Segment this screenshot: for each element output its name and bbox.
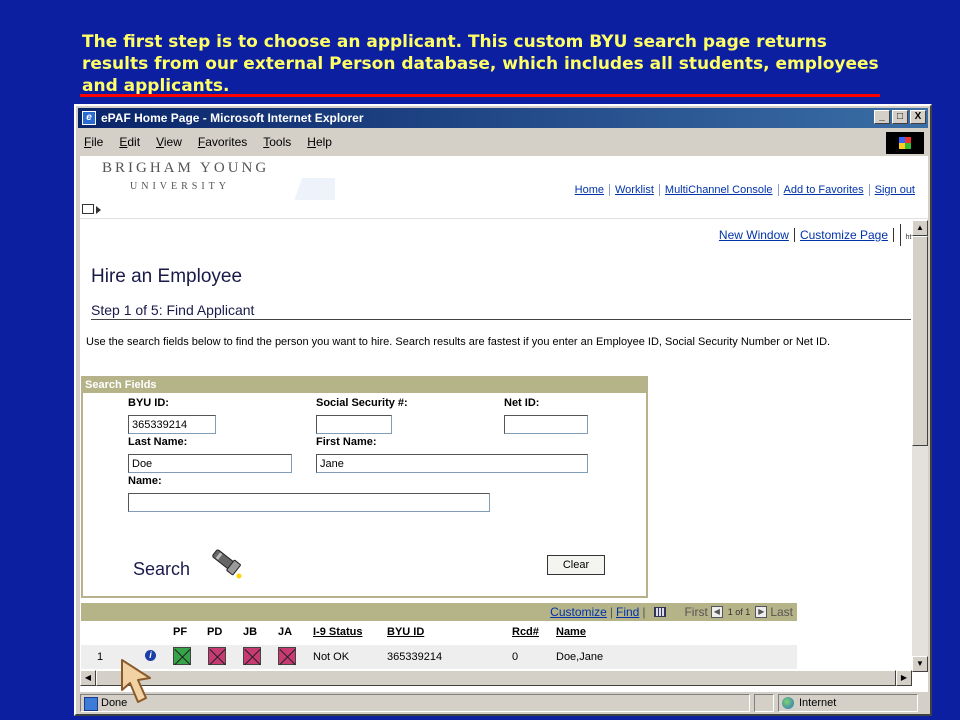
scroll-thumb[interactable] — [912, 236, 928, 446]
last-name-label: Last Name: — [128, 436, 188, 448]
ie-page-icon: e — [82, 111, 96, 125]
net-id-label: Net ID: — [504, 397, 540, 409]
next-page-icon[interactable]: ▶ — [755, 606, 768, 618]
horizontal-scrollbar[interactable]: ◀ ▶ — [80, 670, 912, 686]
horizontal-scroll-thumb[interactable] — [96, 670, 896, 686]
search-fields-box: Search Fields BYU ID: Social Security #:… — [81, 376, 648, 598]
col-byu-id[interactable]: BYU ID — [387, 626, 424, 638]
nav-signout-link[interactable]: Sign out — [868, 184, 920, 196]
col-ja: JA — [278, 626, 293, 638]
frame-links: New Window Customize Page — [714, 228, 894, 242]
net-id-field[interactable] — [504, 415, 588, 434]
new-window-link[interactable]: New Window — [714, 228, 794, 242]
minimize-button[interactable]: _ — [874, 110, 890, 124]
status-done: Done — [80, 694, 750, 712]
table-row[interactable]: 1 i Not OK 365339214 0 Doe,Jane — [81, 645, 797, 669]
step-divider — [91, 319, 911, 320]
caption-underline — [80, 94, 880, 97]
internet-zone: Internet — [778, 694, 918, 712]
pagelet-arrow-icon[interactable] — [96, 206, 101, 214]
col-pd: PD — [207, 626, 223, 638]
byu-logo-university: UNIVERSITY — [130, 181, 230, 192]
flashlight-search-icon[interactable] — [207, 546, 247, 580]
first-page-label[interactable]: First — [684, 605, 707, 619]
ie-window: e ePAF Home Page - Microsoft Internet Ex… — [74, 104, 932, 716]
target-frame: New Window Customize Page http ▲ ▼ Hire … — [80, 220, 928, 692]
byu-logo-name: BRIGHAM YOUNG — [102, 160, 270, 176]
first-name-label: First Name: — [316, 436, 377, 448]
col-name[interactable]: Name — [556, 626, 586, 638]
byu-header: BRIGHAM YOUNG UNIVERSITY Home Worklist M… — [80, 156, 928, 200]
results-grid: Customize | Find | First ◀ 1 of 1 ▶ Last… — [81, 603, 797, 673]
window-controls: _ □ X — [874, 110, 926, 124]
menu-tools[interactable]: Tools — [263, 135, 291, 149]
window-titlebar[interactable]: e ePAF Home Page - Microsoft Internet Ex… — [78, 108, 928, 128]
scroll-down-button[interactable]: ▼ — [912, 656, 928, 672]
results-navbar: Customize | Find | First ◀ 1 of 1 ▶ Last — [81, 603, 797, 621]
menu-help[interactable]: Help — [307, 135, 332, 149]
instructions: Use the search fields below to find the … — [86, 336, 831, 348]
nav-add-favorites-link[interactable]: Add to Favorites — [777, 184, 869, 196]
menu-bar: File Edit View Favorites Tools Help — [78, 130, 928, 154]
page-title: Hire an Employee — [91, 266, 243, 287]
vertical-scrollbar[interactable]: ▲ ▼ — [912, 220, 928, 672]
search-fields-header: Search Fields — [83, 378, 646, 393]
previous-page-icon[interactable]: ◀ — [710, 606, 723, 618]
search-button[interactable]: Search — [133, 559, 190, 580]
link-separator — [893, 228, 894, 242]
menu-view[interactable]: View — [156, 135, 182, 149]
col-rcd[interactable]: Rcd# — [512, 626, 539, 638]
window-title: ePAF Home Page - Microsoft Internet Expl… — [101, 111, 364, 125]
pf-status-icon — [173, 647, 191, 665]
header-divider — [80, 218, 928, 219]
scroll-left-button[interactable]: ◀ — [80, 670, 96, 686]
customize-page-link[interactable]: Customize Page — [795, 228, 893, 242]
find-link[interactable]: Find — [616, 605, 639, 619]
pointer-arrow-icon — [121, 659, 151, 703]
maximize-button[interactable]: □ — [892, 110, 908, 124]
first-name-field[interactable] — [316, 454, 588, 473]
nav-worklist-link[interactable]: Worklist — [608, 184, 659, 196]
nav-multichannel-link[interactable]: MultiChannel Console — [658, 184, 778, 196]
byu-id-field[interactable] — [128, 415, 216, 434]
name-cell[interactable]: Doe,Jane — [556, 651, 603, 663]
pagelet-menu-icon[interactable] — [82, 204, 94, 214]
ssn-label: Social Security #: — [316, 397, 408, 409]
windows-logo-icon — [886, 132, 924, 154]
byu-id-label: BYU ID: — [128, 397, 169, 409]
nav-home-link[interactable]: Home — [570, 184, 609, 196]
rcd-cell: 0 — [512, 651, 519, 663]
last-page-label[interactable]: Last — [770, 605, 793, 619]
clear-button[interactable]: Clear — [547, 555, 605, 575]
status-spacer — [754, 694, 774, 712]
pd-status-icon — [208, 647, 226, 665]
grid-download-icon[interactable] — [654, 607, 667, 617]
status-bar: Done Internet — [78, 694, 928, 714]
i9-status-cell: Not OK — [313, 651, 350, 663]
menu-edit[interactable]: Edit — [119, 135, 140, 149]
col-jb: JB — [243, 626, 258, 638]
top-navigation: Home Worklist MultiChannel Console Add t… — [570, 184, 920, 196]
menu-favorites[interactable]: Favorites — [198, 135, 247, 149]
row-number: 1 — [97, 651, 104, 663]
name-field[interactable] — [128, 493, 490, 512]
last-name-field[interactable] — [128, 454, 292, 473]
page-info: 1 of 1 — [727, 607, 751, 617]
results-header-row: PF PD JB JA I-9 Status BYU ID Rcd# Name — [81, 621, 797, 645]
browser-content: BRIGHAM YOUNG UNIVERSITY Home Worklist M… — [80, 156, 928, 692]
byu-id-cell: 365339214 — [387, 651, 443, 663]
step-title: Step 1 of 5: Find Applicant — [91, 302, 255, 318]
name-label: Name: — [128, 475, 162, 487]
customize-grid-link[interactable]: Customize — [550, 605, 607, 619]
close-button[interactable]: X — [910, 110, 926, 124]
col-pf: PF — [173, 626, 188, 638]
ja-status-icon — [278, 647, 296, 665]
scroll-right-button[interactable]: ▶ — [896, 670, 912, 686]
jb-status-icon — [243, 647, 261, 665]
ssn-field[interactable] — [316, 415, 392, 434]
scroll-up-button[interactable]: ▲ — [912, 220, 928, 236]
menu-file[interactable]: File — [84, 135, 103, 149]
col-i9-status[interactable]: I-9 Status — [313, 626, 363, 638]
slide-caption: The first step is to choose an applicant… — [82, 32, 879, 96]
